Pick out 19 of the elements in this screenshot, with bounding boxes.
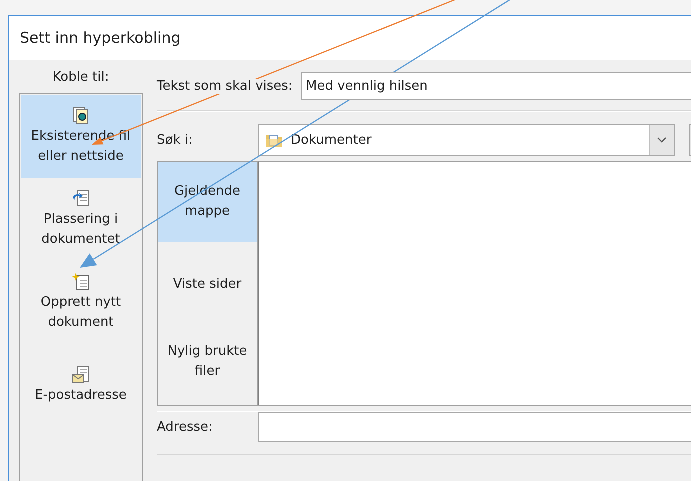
link-type-item[interactable]: E-postadresse bbox=[21, 344, 141, 427]
window-title: Sett inn hyperkobling bbox=[9, 16, 691, 60]
display-text-field[interactable]: Med vennlig hilsen bbox=[301, 72, 691, 100]
document-arrow-icon bbox=[72, 190, 90, 208]
folder-icon bbox=[265, 132, 283, 148]
link-to-label: Koble til: bbox=[52, 69, 110, 87]
browse-tab[interactable]: Gjeldende mappe bbox=[158, 162, 257, 242]
mail-document-icon bbox=[72, 366, 90, 384]
link-type-item[interactable]: Plassering i dokumentet bbox=[21, 178, 141, 261]
address-field[interactable] bbox=[258, 412, 691, 442]
look-in-label: Søk i: bbox=[157, 132, 194, 148]
look-in-dropdown[interactable]: Dokumenter bbox=[258, 124, 675, 156]
chevron-down-icon bbox=[657, 137, 667, 143]
browse-tab[interactable]: Nylig brukte filer bbox=[158, 327, 257, 397]
address-label: Adresse: bbox=[157, 420, 214, 434]
browse-tab[interactable]: Viste sider bbox=[158, 242, 257, 327]
link-type-item[interactable]: Opprett nytt dokument bbox=[21, 261, 141, 344]
new-document-icon bbox=[72, 272, 90, 290]
web-page-icon bbox=[73, 106, 89, 124]
